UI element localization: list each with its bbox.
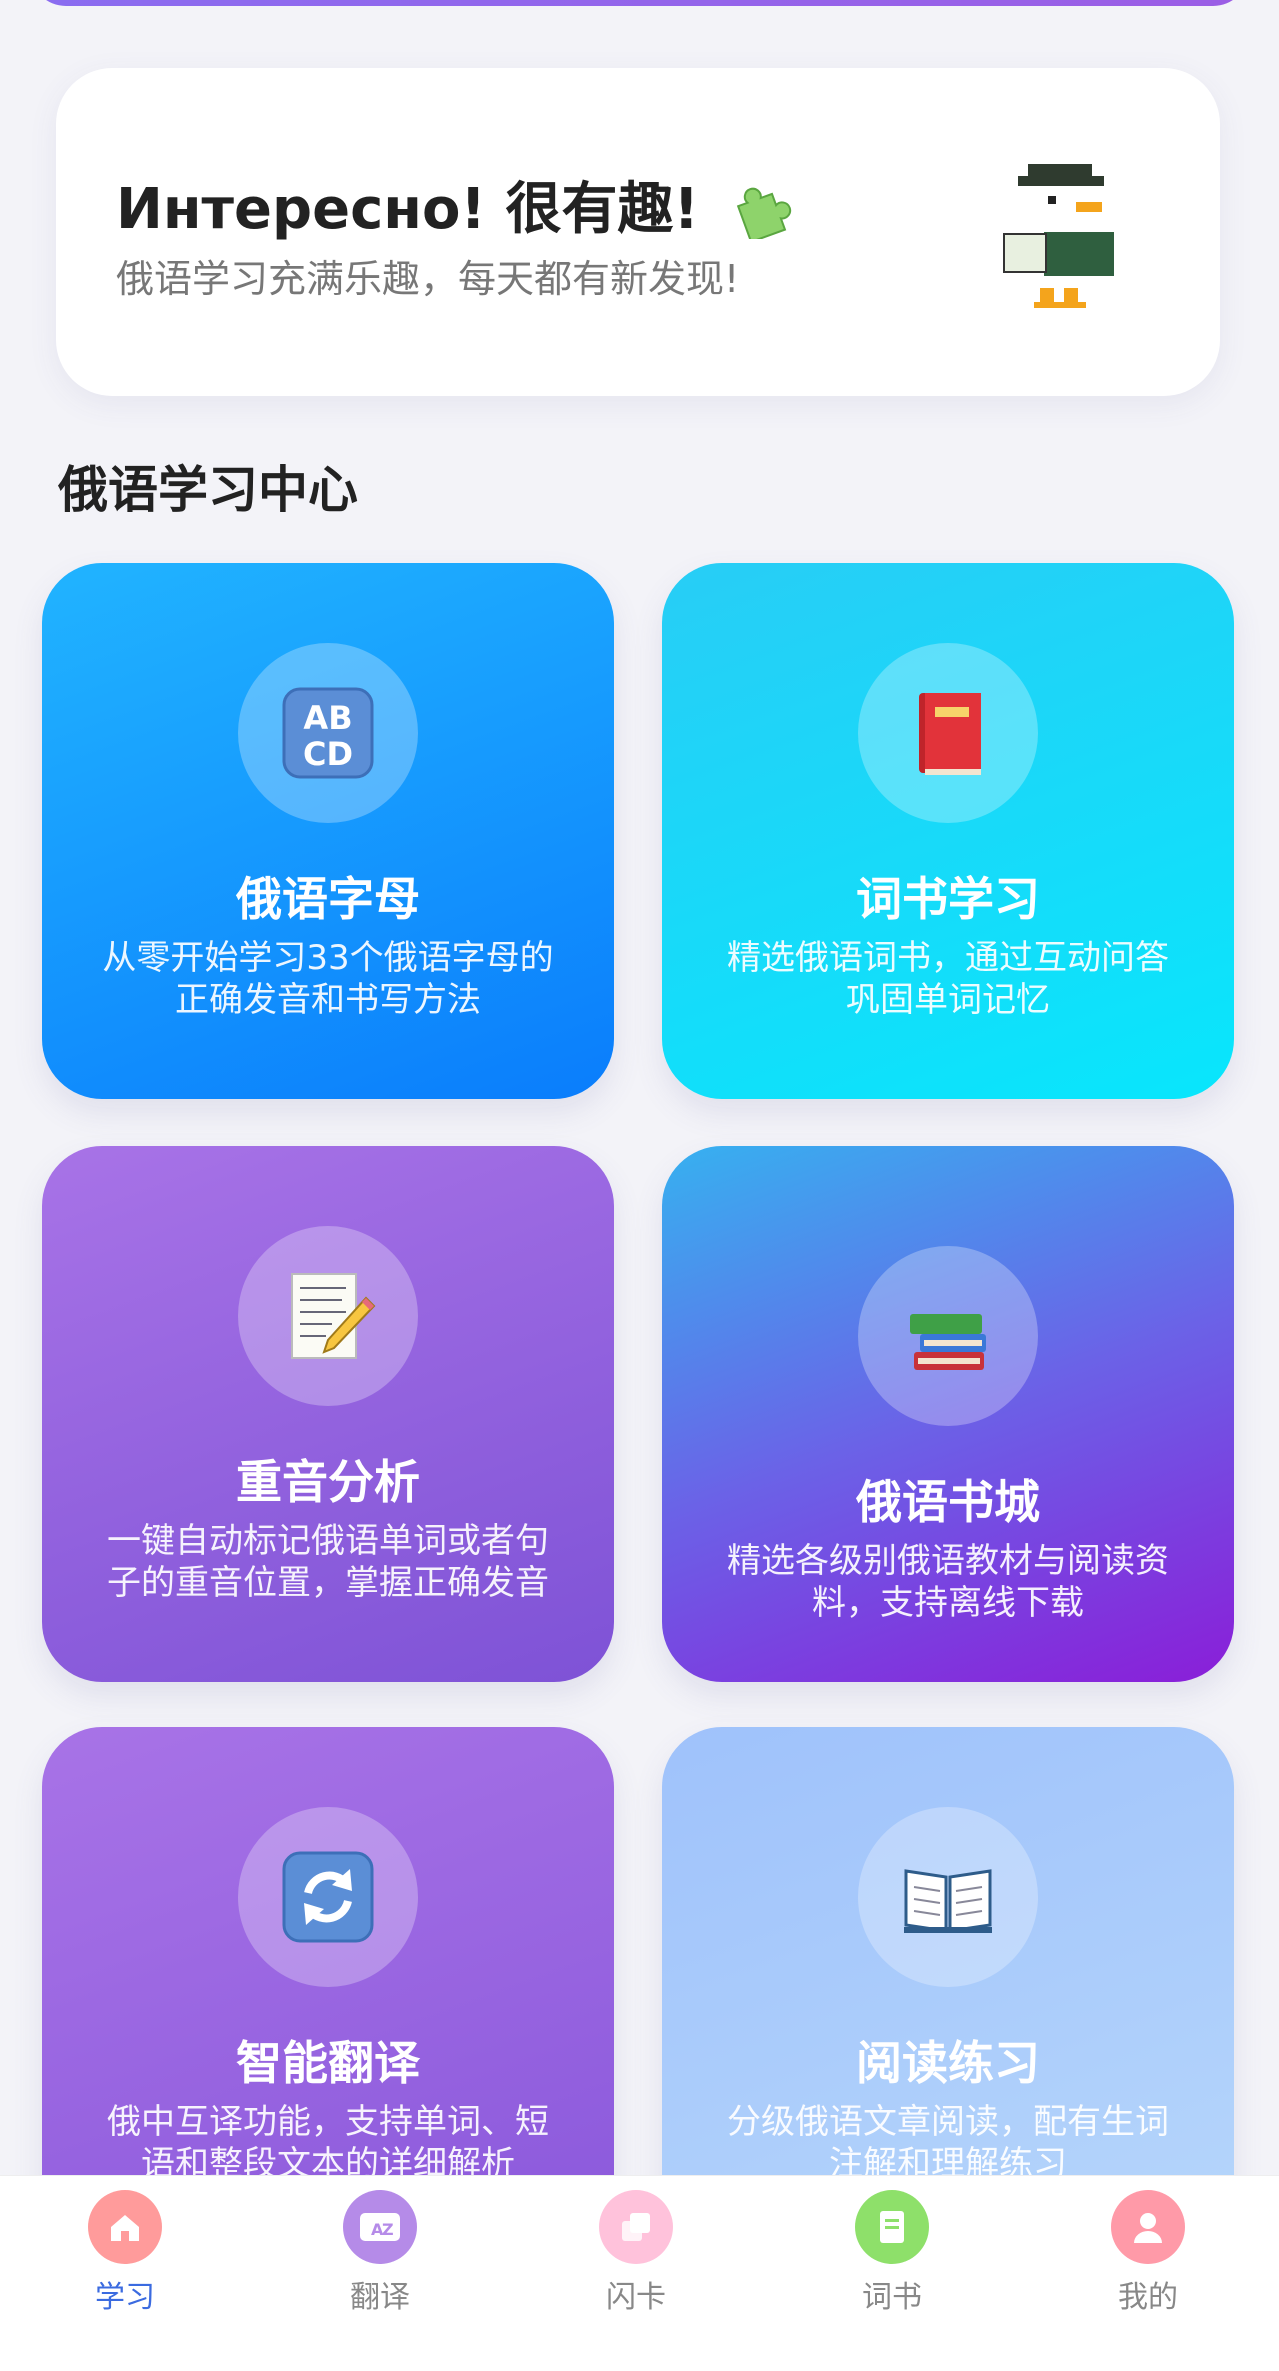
card-icon-circle	[238, 1807, 418, 1987]
red-book-icon	[919, 693, 981, 775]
card-title: 俄语字母	[236, 872, 420, 926]
card-description: 精选俄语词书，通过互动问答巩固单词记忆	[727, 938, 1169, 1020]
card-icon-circle	[858, 643, 1038, 823]
card-icon-circle	[858, 1246, 1038, 1426]
card-russian-bookstore[interactable]: 俄语书城 精选各级别俄语教材与阅读资料，支持离线下载	[662, 1146, 1234, 1682]
refresh-icon	[282, 1851, 374, 1943]
wordbook-icon	[855, 2190, 929, 2264]
books-stack-icon	[910, 1314, 986, 1370]
memo-pencil-icon	[291, 1273, 376, 1359]
svg-text:AB: AB	[303, 699, 352, 737]
tab-label: 我的	[1118, 2280, 1178, 2315]
tab-study[interactable]: 学习	[45, 2190, 205, 2316]
svg-text:Z: Z	[382, 2220, 394, 2239]
card-title: 重音分析	[236, 1455, 420, 1509]
tab-wordbook[interactable]: 词书	[812, 2190, 972, 2316]
card-description: 一键自动标记俄语单词或者句子的重音位置，掌握正确发音	[107, 1521, 549, 1603]
tab-label: 词书	[862, 2280, 922, 2315]
top-gradient-bar	[30, 0, 1249, 6]
svg-text:CD: CD	[303, 735, 353, 773]
card-description: 从零开始学习33个俄语字母的正确发音和书写方法	[102, 938, 554, 1020]
puzzle-icon	[736, 187, 792, 239]
card-title: 词书学习	[856, 872, 1040, 926]
card-russian-alphabet[interactable]: AB CD 俄语字母 从零开始学习33个俄语字母的正确发音和书写方法	[42, 563, 614, 1099]
card-stress-analysis[interactable]: 重音分析 一键自动标记俄语单词或者句子的重音位置，掌握正确发音	[42, 1146, 614, 1682]
profile-icon	[1111, 2190, 1185, 2264]
home-icon	[88, 2190, 162, 2264]
tab-label: 学习	[95, 2280, 155, 2315]
card-description: 俄中互译功能，支持单词、短语和整段文本的详细解析	[107, 2102, 549, 2184]
translate-icon: AZ	[343, 2190, 417, 2264]
tab-label: 翻译	[350, 2280, 410, 2315]
card-title: 阅读练习	[856, 2036, 1040, 2090]
flashcard-icon	[599, 2190, 673, 2264]
banner-subtitle: 俄语学习充满乐趣，每天都有新发现!	[116, 257, 740, 301]
open-book-icon	[904, 1869, 992, 1933]
tab-flashcard[interactable]: 闪卡	[556, 2190, 716, 2316]
card-title: 俄语书城	[856, 1475, 1040, 1529]
card-description: 分级俄语文章阅读，配有生词注解和理解练习	[727, 2102, 1169, 2184]
card-wordbook-study[interactable]: 词书学习 精选俄语词书，通过互动问答巩固单词记忆	[662, 563, 1234, 1099]
card-title: 智能翻译	[236, 2036, 420, 2090]
card-icon-circle	[858, 1807, 1038, 1987]
tab-profile[interactable]: 我的	[1068, 2190, 1228, 2316]
banner-title-text: Интересно! 很有趣!	[116, 177, 699, 242]
tab-translate[interactable]: AZ 翻译	[300, 2190, 460, 2316]
card-icon-circle: AB CD	[238, 643, 418, 823]
card-description: 精选各级别俄语教材与阅读资料，支持离线下载	[727, 1541, 1169, 1623]
banner-title: Интересно! 很有趣!	[116, 164, 793, 245]
tab-label: 闪卡	[606, 2280, 666, 2315]
duck-mascot-icon	[1003, 164, 1114, 308]
card-icon-circle	[238, 1226, 418, 1406]
abcd-icon: AB CD	[282, 687, 374, 779]
welcome-banner: Интересно! 很有趣! 俄语学习充满乐趣，每天都有新发现!	[56, 68, 1220, 396]
bottom-tab-bar: 学习 AZ 翻译 闪卡 词书 我的	[0, 2175, 1279, 2371]
section-title: 俄语学习中心	[58, 461, 358, 519]
